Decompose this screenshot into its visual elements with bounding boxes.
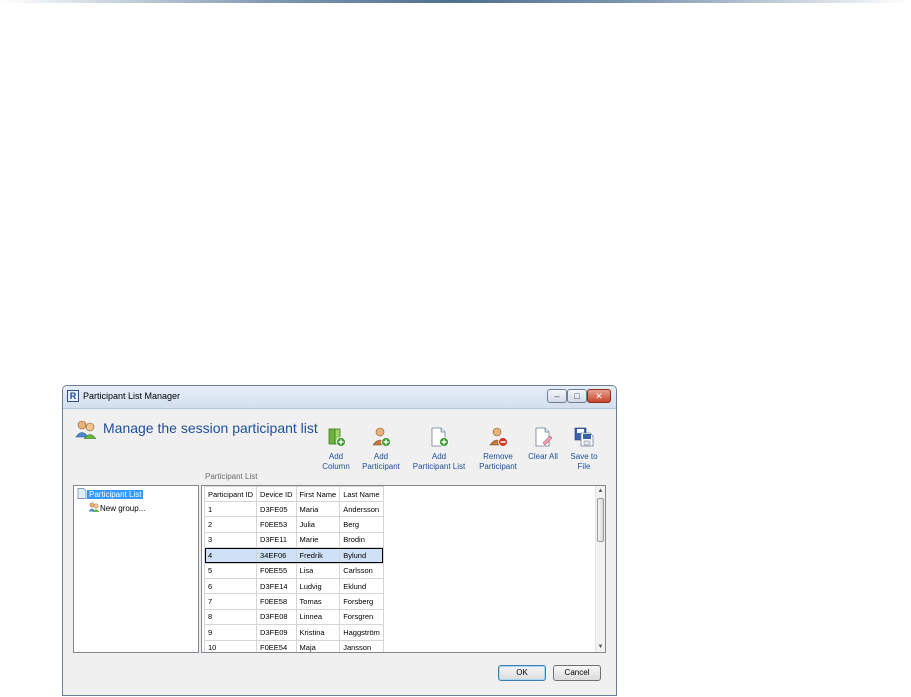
table-cell[interactable]: 10 [203, 639, 258, 652]
save-to-file-button[interactable]: Save to File [549, 426, 616, 472]
top-divider [0, 0, 911, 3]
list-document-icon [77, 488, 87, 499]
scroll-up-icon[interactable]: ▲ [596, 486, 605, 496]
table-cell[interactable]: D3FE08 [256, 608, 297, 626]
table-row[interactable]: 6 D3FE14 Ludvig Eklund [203, 577, 384, 595]
table-row[interactable]: 3 D3FE11 Marie Brodin [203, 531, 384, 549]
table-cell[interactable]: Forsberg [339, 593, 384, 610]
table-cell[interactable]: Fredrik [295, 547, 341, 564]
table-cell[interactable]: Forsgren [339, 608, 384, 626]
scrollbar-thumb[interactable] [597, 498, 604, 542]
table-cell[interactable]: Haggström [339, 624, 384, 641]
table-row[interactable]: 4 34EF06 Fredrik Bylund [203, 547, 384, 564]
participant-table: Participant ID Device ID First Name Last… [203, 486, 384, 652]
tree-item-label: Participant List [87, 490, 144, 499]
column-header[interactable]: Participant ID [203, 486, 258, 502]
table-cell[interactable]: Tomas [295, 593, 341, 610]
table-cell[interactable]: Jansson [339, 639, 384, 652]
table-cell[interactable]: D3FE14 [256, 577, 297, 595]
column-header[interactable]: First Name [295, 486, 341, 502]
table-cell[interactable]: Kristina [295, 624, 341, 641]
table-cell[interactable]: 9 [203, 624, 258, 641]
table-cell[interactable]: F0EE58 [256, 593, 297, 610]
table-row[interactable]: 10 F0EE54 Maja Jansson [203, 639, 384, 652]
table-row[interactable]: 1 D3FE05 Maria Andersson [203, 500, 384, 518]
table-cell[interactable]: Marie [295, 531, 341, 549]
column-header[interactable]: Last Name [339, 486, 384, 502]
table-row[interactable]: 2 F0EE53 Julia Berg [203, 516, 384, 533]
app-icon: R [67, 390, 79, 402]
maximize-button[interactable]: □ [567, 389, 587, 403]
tree-item-new-group[interactable]: New group... [88, 502, 145, 513]
table-cell[interactable]: D3FE11 [256, 531, 297, 549]
remove-participant-icon [489, 427, 508, 447]
table-cell[interactable]: Ludvig [295, 577, 341, 595]
table-cell[interactable]: 2 [203, 516, 258, 533]
table-row[interactable]: 8 D3FE08 Linnea Forsgren [203, 608, 384, 626]
table-row[interactable]: 5 F0EE55 Lisa Carlsson [203, 562, 384, 579]
grid-caption: Participant List [205, 472, 258, 481]
table-cell[interactable]: 34EF06 [256, 547, 297, 564]
table-cell[interactable]: Carlsson [339, 562, 384, 579]
table-cell[interactable]: D3FE09 [256, 624, 297, 641]
table-body: 1 D3FE05 Maria Andersson 2 F0EE53 Julia Berg 3 D3… [203, 500, 384, 652]
table-cell[interactable]: Maja [295, 639, 341, 652]
table-cell[interactable]: Bylund [339, 547, 384, 564]
table-cell[interactable]: 1 [203, 500, 258, 518]
table-cell[interactable]: F0EE53 [256, 516, 297, 533]
table-cell[interactable]: Maria [295, 500, 341, 518]
window-title: Participant List Manager [83, 391, 181, 401]
ok-button[interactable]: OK [498, 665, 546, 681]
scroll-down-icon[interactable]: ▼ [596, 642, 605, 652]
table-cell[interactable]: 6 [203, 577, 258, 595]
save-to-file-icon [574, 427, 594, 447]
group-tree[interactable]: Participant List New group... [73, 485, 199, 653]
table-cell[interactable]: Lisa [295, 562, 341, 579]
title-bar[interactable]: R Participant List Manager – □ ✕ [63, 386, 616, 409]
save-to-file-label: Save to File [570, 452, 598, 471]
table-cell[interactable]: Berg [339, 516, 384, 533]
table-cell[interactable]: 5 [203, 562, 258, 579]
table-cell[interactable]: 8 [203, 608, 258, 626]
table-row[interactable]: 7 F0EE58 Tomas Forsberg [203, 593, 384, 610]
table-cell[interactable]: F0EE54 [256, 639, 297, 652]
add-participant-icon [372, 427, 391, 447]
participant-list-manager-window: R Participant List Manager – □ ✕ Manage … [62, 385, 617, 696]
table-cell[interactable]: Julia [295, 516, 341, 533]
table-cell[interactable]: Eklund [339, 577, 384, 595]
cancel-button[interactable]: Cancel [553, 665, 601, 681]
column-header[interactable]: Device ID [256, 486, 297, 502]
group-icon [88, 502, 100, 512]
table-cell[interactable]: D3FE05 [256, 500, 297, 518]
close-button[interactable]: ✕ [587, 389, 611, 403]
tree-item-participant-list[interactable]: Participant List [77, 488, 144, 499]
add-participant-list-icon [431, 427, 449, 447]
table-cell[interactable]: Brodin [339, 531, 384, 549]
table-cell[interactable]: 3 [203, 531, 258, 549]
table-cell[interactable]: Andersson [339, 500, 384, 518]
table-cell[interactable]: F0EE55 [256, 562, 297, 579]
add-column-icon [328, 428, 346, 447]
table-cell[interactable]: 7 [203, 593, 258, 610]
table-cell[interactable]: Linnea [295, 608, 341, 626]
table-row[interactable]: 9 D3FE09 Kristina Haggström [203, 624, 384, 641]
minimize-button[interactable]: – [547, 389, 567, 403]
tree-item-label: New group... [100, 504, 146, 513]
participant-table-panel[interactable]: Participant ID Device ID First Name Last… [201, 485, 606, 653]
vertical-scrollbar[interactable]: ▲ ▼ [595, 486, 605, 652]
participants-icon [75, 420, 97, 439]
table-header-row: Participant ID Device ID First Name Last… [203, 486, 384, 502]
page-title: Manage the session participant list [103, 420, 318, 436]
table-cell[interactable]: 4 [203, 547, 258, 564]
